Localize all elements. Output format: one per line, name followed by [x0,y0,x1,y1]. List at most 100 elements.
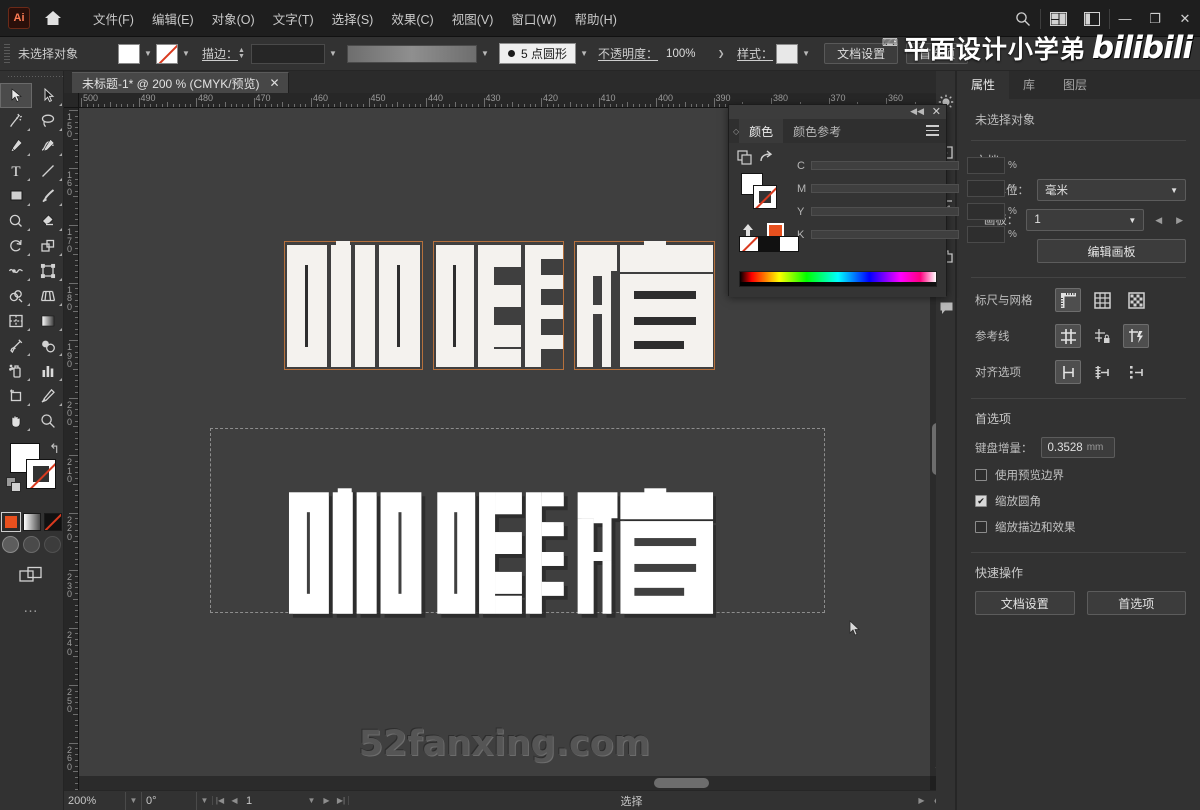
rotation-chevron-down-icon[interactable]: ▼ [197,796,212,805]
channel-input-y[interactable] [967,203,1005,220]
pen-tool[interactable] [0,133,32,158]
rotate-tool[interactable] [0,233,32,258]
free-transform-tool[interactable] [32,258,64,283]
menu-item-type[interactable]: 文字(T) [264,4,323,33]
close-icon[interactable]: ✕ [270,76,280,90]
unit-select[interactable]: 毫米 ▼ [1037,179,1186,201]
use-preview-bounds-checkbox[interactable] [975,469,987,481]
gradient-tool[interactable] [32,308,64,333]
direct-selection-tool[interactable] [32,83,64,108]
horizontal-scroll-thumb[interactable] [654,778,709,788]
show-grid-icon[interactable] [1089,288,1115,312]
menu-item-help[interactable]: 帮助(H) [566,4,626,33]
default-fill-stroke-icon[interactable] [6,477,22,498]
artwork-bottom-copy[interactable] [286,488,716,618]
color-panel[interactable]: ◀◀ ✕ ◇ 颜色 颜色参考 C % M % Y % K % [728,104,1017,297]
scale-tool[interactable] [32,233,64,258]
zoom-tool[interactable] [32,408,64,433]
stroke-color-swatch[interactable] [156,43,178,64]
zoom-chevron-down-icon[interactable]: ▼ [126,796,141,805]
paintbrush-tool[interactable] [32,183,64,208]
tab-layers[interactable]: 图层 [1049,71,1101,99]
tab-color[interactable]: 颜色 [739,119,784,143]
artboard-number-input[interactable]: 1 [242,792,304,810]
home-icon[interactable] [38,4,68,32]
tab-color-guide[interactable]: 颜色参考 [783,119,851,143]
white-swatch[interactable] [779,236,799,252]
menu-item-view[interactable]: 视图(V) [443,4,503,33]
shape-builder-tool[interactable] [0,283,32,308]
zoom-level-input[interactable]: 200% [64,791,126,810]
scale-corners-row[interactable]: 缩放圆角 [957,488,1200,514]
scale-corners-checkbox[interactable] [975,495,987,507]
color-spectrum-bar[interactable] [739,271,937,287]
document-tab[interactable]: 未标题-1* @ 200 % (CMYK/预览) ✕ [72,72,289,93]
draw-behind-icon[interactable] [23,536,40,553]
screen-mode-icon[interactable] [0,565,63,585]
prev-artboard-icon[interactable]: ◀ [227,796,242,805]
stroke-weight-input[interactable] [251,43,326,64]
curvature-tool[interactable] [32,133,64,158]
perspective-grid-tool[interactable] [32,283,64,308]
opacity-expand-icon[interactable]: ❯ [713,44,729,64]
lock-guides-icon[interactable] [1089,324,1115,348]
draw-normal-icon[interactable] [2,536,19,553]
selection-tool[interactable] [0,83,32,108]
panel-grip-icon[interactable]: ◇ [729,119,739,143]
artboard-chevron-down-icon[interactable]: ▼ [304,796,319,805]
artwork-top-copy[interactable] [284,241,716,371]
quick-document-setup-button[interactable]: 文档设置 [975,591,1075,615]
channel-input-m[interactable] [967,180,1005,197]
channel-slider-m[interactable] [811,184,959,193]
brush-definition-select[interactable]: 5 点圆形 [499,43,577,64]
stroke-weight-stepper[interactable]: ▲ ▼ [238,47,249,60]
last-artboard-icon[interactable]: ▶| [334,796,349,805]
next-artboard-icon[interactable]: ▶ [319,796,334,805]
toolbar-stroke-swatch[interactable] [26,459,56,489]
maximize-button[interactable]: ❐ [1140,0,1170,37]
search-icon[interactable] [1006,0,1040,37]
blend-tool[interactable] [32,333,64,358]
horizontal-scrollbar[interactable] [79,776,930,790]
rotation-input[interactable]: 0° [141,791,197,810]
more-tools-button[interactable]: … [0,599,63,616]
arrange-documents-icon[interactable] [1041,0,1075,37]
smart-guides-icon[interactable] [1123,324,1149,348]
status-menu-icon[interactable]: ▶ [914,796,929,805]
vertical-ruler[interactable]: 150160170180190200210220230240250260270 [64,108,79,790]
toolbar-grip[interactable] [0,71,63,83]
scale-strokes-effects-row[interactable]: 缩放描边和效果 [957,514,1200,540]
menu-item-object[interactable]: 对象(O) [203,4,264,33]
symbol-sprayer-tool[interactable] [0,358,32,383]
fill-chevron-down-icon[interactable]: ▼ [140,44,156,64]
channel-input-k[interactable] [967,226,1005,243]
gradient-fill-icon[interactable] [22,513,41,531]
snap-to-pixel-icon[interactable] [1123,360,1149,384]
draw-inside-icon[interactable] [44,536,61,553]
stroke-chevron-down-icon[interactable]: ▼ [178,44,194,64]
hand-tool[interactable] [0,408,32,433]
none-swatch[interactable] [739,236,759,252]
stroke-profile-chevron-down-icon[interactable]: ▼ [477,44,493,64]
menu-item-effect[interactable]: 效果(C) [382,4,442,33]
black-swatch[interactable] [759,236,779,252]
type-tool[interactable]: T [0,158,32,183]
menu-item-select[interactable]: 选择(S) [323,4,383,33]
color-fill-icon[interactable] [0,512,21,532]
color-swap-icons[interactable] [737,149,777,167]
eyedropper-tool[interactable] [0,333,32,358]
swap-fill-stroke-icon[interactable]: ↰ [49,441,60,457]
chevron-left-icon[interactable]: ◀ [1152,210,1165,230]
menu-item-window[interactable]: 窗口(W) [502,4,565,33]
quick-preferences-button[interactable]: 首选项 [1086,591,1186,615]
collapse-icon[interactable]: ◀◀ [910,106,924,117]
color-panel-stroke-swatch[interactable] [753,185,777,209]
graphic-style-swatch[interactable] [776,43,799,64]
rectangle-tool[interactable] [0,183,32,208]
color-panel-titlebar[interactable]: ◀◀ ✕ [729,105,946,119]
snap-to-point-icon[interactable] [1055,360,1081,384]
mesh-tool[interactable] [0,308,32,333]
brush-chevron-down-icon[interactable]: ▼ [576,44,592,64]
eraser-tool[interactable] [32,208,64,233]
scale-strokes-effects-checkbox[interactable] [975,521,987,533]
